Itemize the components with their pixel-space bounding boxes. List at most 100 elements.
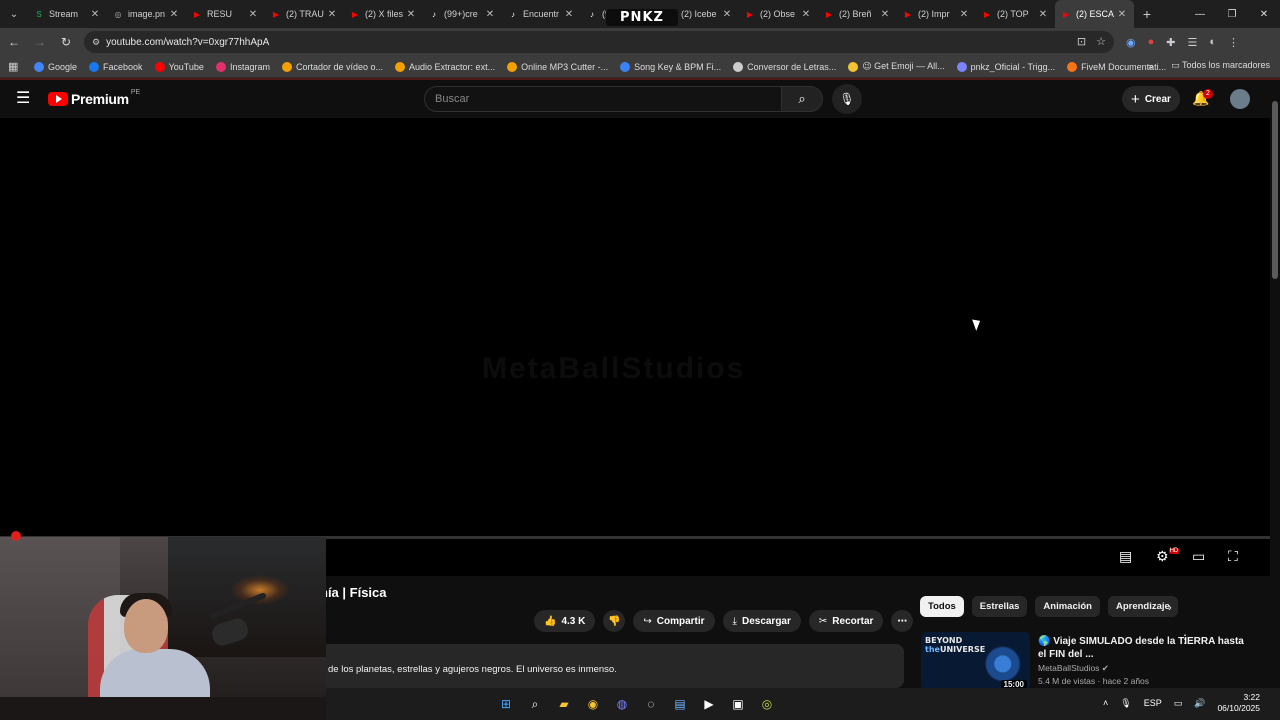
- bookmark-item[interactable]: 😉 Get Emoji — All...: [848, 61, 945, 72]
- forward-arrow-icon[interactable]: →: [28, 30, 52, 54]
- video-player[interactable]: MetaBallStudios ▤ ⚙HD ▭ ⛶: [0, 118, 1270, 576]
- new-tab-icon[interactable]: +: [1134, 6, 1160, 22]
- tab-close-icon[interactable]: ✕: [879, 9, 891, 20]
- tab-close-icon[interactable]: ✕: [168, 9, 180, 20]
- tab-close-icon[interactable]: ✕: [1116, 9, 1128, 20]
- tab-close-icon[interactable]: ✕: [247, 9, 259, 20]
- bookmark-item[interactable]: Audio Extractor: ext...: [395, 61, 495, 72]
- app-icon[interactable]: ◌: [641, 694, 661, 714]
- page-scrollbar[interactable]: [1270, 81, 1280, 688]
- browser-menu-icon[interactable]: ⋮: [1228, 36, 1239, 49]
- bookmark-item[interactable]: Song Key & BPM Fi...: [620, 61, 721, 72]
- windows-start-icon[interactable]: ⊞: [496, 694, 516, 714]
- tray-mic-icon[interactable]: 🎙: [1120, 698, 1131, 709]
- filter-chip[interactable]: Estrellas: [971, 596, 1028, 617]
- youtube-logo[interactable]: Premium PE: [48, 89, 140, 107]
- network-icon[interactable]: ▭: [1174, 698, 1183, 709]
- tab-close-icon[interactable]: ✕: [484, 9, 496, 20]
- like-button[interactable]: 👍 4.3 K: [534, 610, 596, 632]
- browser-tab[interactable]: ▶ (2) X files ✕: [344, 0, 423, 28]
- recommended-thumbnail[interactable]: BEYOND theUNIVERSE 15:00: [921, 632, 1030, 690]
- clip-button[interactable]: ✂ Recortar: [808, 610, 884, 632]
- download-button[interactable]: ⤓ Descargar: [722, 610, 801, 632]
- fullscreen-icon[interactable]: ⛶: [1228, 548, 1238, 565]
- share-button[interactable]: ↪ Compartir: [633, 610, 715, 632]
- discord-icon[interactable]: ◍: [612, 694, 632, 714]
- reading-list-icon[interactable]: ☰: [1187, 36, 1197, 49]
- search-button[interactable]: ⌕: [781, 86, 823, 112]
- reload-icon[interactable]: ↻: [54, 30, 78, 54]
- browser-tab[interactable]: ♪ (99+)cre ✕: [423, 0, 502, 28]
- browser-tab[interactable]: ▶ (2) Obse ✕: [739, 0, 818, 28]
- settings-gear-icon[interactable]: ⚙HD: [1156, 548, 1180, 565]
- tray-chevron-icon[interactable]: ˄: [1103, 698, 1108, 708]
- browser-tab[interactable]: ◎ image.pn ✕: [107, 0, 186, 28]
- all-bookmarks-button[interactable]: ▭ Todos los marcadores: [1171, 60, 1270, 71]
- account-avatar[interactable]: [1230, 89, 1250, 109]
- tab-close-icon[interactable]: ✕: [1037, 9, 1049, 20]
- extension-record-icon[interactable]: ●: [1148, 36, 1155, 48]
- media-player-icon[interactable]: ▶: [699, 694, 719, 714]
- close-window-icon[interactable]: ✕: [1248, 0, 1280, 28]
- dislike-button[interactable]: 👎: [603, 610, 626, 632]
- restore-icon[interactable]: ❐: [1216, 0, 1248, 28]
- create-button[interactable]: + Crear: [1122, 86, 1180, 112]
- tab-close-icon[interactable]: ✕: [326, 9, 338, 20]
- bookmark-item[interactable]: YouTube: [154, 61, 204, 72]
- taskbar-search-icon[interactable]: ⌕: [525, 694, 545, 714]
- theater-mode-icon[interactable]: ▭: [1192, 548, 1205, 565]
- chrome-icon[interactable]: ◉: [583, 694, 603, 714]
- tab-close-icon[interactable]: ✕: [89, 9, 101, 20]
- tab-close-icon[interactable]: ✕: [800, 9, 812, 20]
- more-actions-button[interactable]: ⋯: [891, 610, 914, 632]
- browser-tab[interactable]: ▶ (2) ESCA ✕: [1055, 0, 1134, 28]
- browser-tab[interactable]: ▶ (2) TRAU ✕: [265, 0, 344, 28]
- voice-search-button[interactable]: 🎙: [832, 84, 862, 114]
- browser-tab[interactable]: ♪ Encuentr ✕: [502, 0, 581, 28]
- tab-close-icon[interactable]: ✕: [721, 9, 733, 20]
- recommended-more-icon[interactable]: ⋮: [1179, 632, 1191, 646]
- bookmark-item[interactable]: pnkz_Oficial - Trigg...: [956, 61, 1055, 72]
- extension-icon[interactable]: ◉: [1126, 36, 1136, 49]
- description-box[interactable]: de los planetas, estrellas y agujeros ne…: [320, 644, 904, 688]
- back-arrow-icon[interactable]: ←: [2, 30, 26, 54]
- tab-close-icon[interactable]: ✕: [958, 9, 970, 20]
- search-input[interactable]: Buscar: [424, 86, 782, 112]
- volume-icon[interactable]: 🔊: [1194, 698, 1205, 709]
- editor-icon[interactable]: ▣: [728, 694, 748, 714]
- browser-tab[interactable]: ▶ (2) Breñ ✕: [818, 0, 897, 28]
- filter-chip[interactable]: Todos: [920, 596, 964, 617]
- browser-tab[interactable]: ▶ RESU ✕: [186, 0, 265, 28]
- profile-icon[interactable]: ◐: [1209, 36, 1216, 48]
- notepad-icon[interactable]: ▤: [670, 694, 690, 714]
- tab-search-chevron-icon[interactable]: ⌄: [0, 0, 28, 28]
- browser-tab[interactable]: ▶ (2) Impr ✕: [897, 0, 976, 28]
- bookmark-item[interactable]: Facebook: [89, 61, 143, 72]
- apps-grid-icon[interactable]: ▦: [8, 60, 26, 73]
- browser-tab[interactable]: S Stream ✕: [28, 0, 107, 28]
- address-bar[interactable]: ⚙ youtube.com/watch?v=0xgr77hhApA ⊡ ☆: [84, 31, 1114, 53]
- bookmark-item[interactable]: Instagram: [215, 61, 270, 72]
- filter-chip[interactable]: Animación: [1035, 596, 1100, 617]
- bookmark-item[interactable]: Online MP3 Cutter -...: [507, 61, 608, 72]
- subtitles-icon[interactable]: ▤: [1119, 548, 1132, 565]
- extensions-puzzle-icon[interactable]: ✚: [1166, 36, 1175, 49]
- clock[interactable]: 3:22 06/10/2025: [1217, 692, 1260, 714]
- tab-close-icon[interactable]: ✕: [405, 9, 417, 20]
- bookmark-star-icon[interactable]: ☆: [1096, 35, 1106, 48]
- tab-close-icon[interactable]: ✕: [563, 9, 575, 20]
- minimize-icon[interactable]: —: [1184, 0, 1216, 28]
- keyboard-language[interactable]: ESP: [1144, 698, 1162, 708]
- install-app-icon[interactable]: ⊡: [1077, 35, 1086, 48]
- recommended-video[interactable]: BEYOND theUNIVERSE 15:00 🌎 Viaje SIMULADO…: [921, 632, 1266, 690]
- bookmark-item[interactable]: Cortador de vídeo o...: [281, 61, 383, 72]
- recommended-channel[interactable]: MetaBallStudios ✔: [1038, 663, 1109, 674]
- guide-menu-icon[interactable]: ☰: [16, 91, 32, 107]
- site-settings-icon[interactable]: ⚙: [92, 37, 100, 48]
- obs-icon[interactable]: ◎: [757, 694, 777, 714]
- bookmark-item[interactable]: Conversor de Letras...: [733, 61, 836, 72]
- browser-tab[interactable]: ▶ (2) TOP ✕: [976, 0, 1055, 28]
- chips-next-arrow-icon[interactable]: ›: [1168, 602, 1172, 614]
- file-explorer-icon[interactable]: ▰: [554, 694, 574, 714]
- bookmark-item[interactable]: Google: [34, 61, 77, 72]
